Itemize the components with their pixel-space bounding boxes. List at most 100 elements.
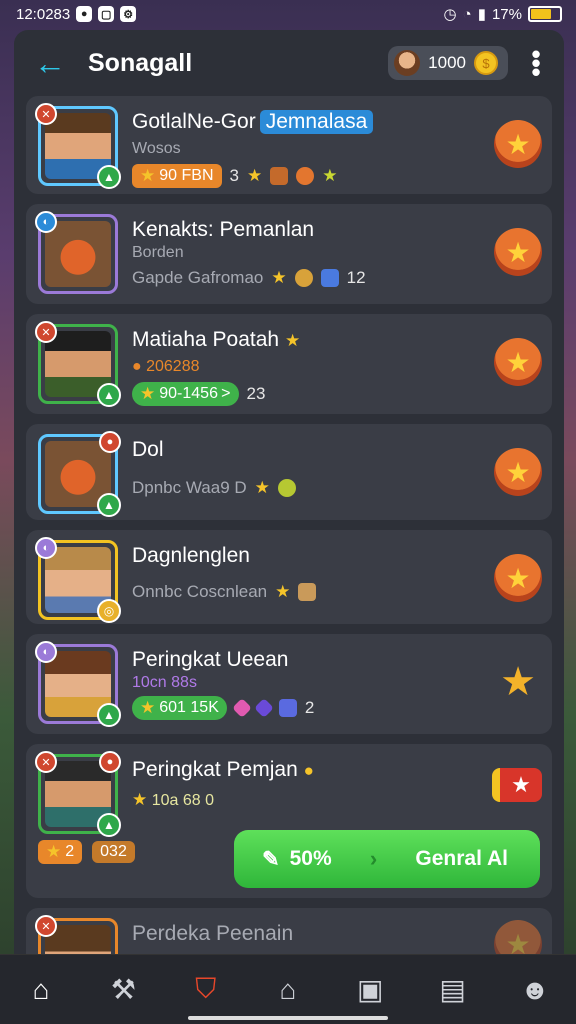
- gem-icon: [320, 269, 339, 287]
- star-icon: ★: [140, 166, 156, 185]
- item-detail: Gapde Gafromao: [132, 268, 264, 287]
- favorite-star-button[interactable]: ★: [494, 120, 542, 168]
- list-item[interactable]: ◐ ◎ Dagnlenglen Onnbc Coscnlean ★ ★: [26, 530, 552, 624]
- avatar: ◐ ◎: [35, 537, 121, 623]
- gem-icon: [278, 699, 297, 717]
- gem-icon: [298, 583, 317, 601]
- app-icon: ▢: [98, 6, 115, 22]
- favorite-star-button[interactable]: ★: [494, 338, 542, 386]
- list-item[interactable]: ✕ ▲ GotlalNe-Gor Jemnalasa Wosos ★ 90 FBN …: [26, 96, 552, 194]
- item-title: Peringkat Ueean: [132, 648, 289, 671]
- battery-text: 17%: [491, 5, 522, 23]
- avatar: ✕ ▲: [35, 103, 121, 189]
- home-icon[interactable]: ⌂: [21, 970, 61, 1010]
- back-arrow-icon[interactable]: ←: [34, 47, 74, 79]
- battery-icon: [528, 6, 562, 22]
- avatar: ◐: [35, 211, 118, 294]
- hammer-icon[interactable]: ⚒: [103, 970, 143, 1010]
- score-pill: ★ 90-1456 >: [132, 382, 239, 406]
- star-icon: ★: [322, 166, 338, 185]
- shop-icon[interactable]: ⌂: [268, 970, 308, 1010]
- item-title: Kenakts: Pemanlan: [132, 218, 315, 241]
- generate-button[interactable]: ✎ 50% › Genral Al: [234, 830, 540, 888]
- avatar: ◐ ▲: [35, 641, 121, 727]
- level-up-icon: ▲: [97, 703, 121, 727]
- item-count: 3: [229, 166, 239, 185]
- favorite-star-button[interactable]: ★: [494, 554, 542, 602]
- cta-label: Genral Al: [415, 847, 508, 870]
- coin-icon: $: [474, 51, 498, 75]
- item-tag: Jemnalasa: [259, 110, 374, 134]
- settings-icon: ⚙: [120, 6, 137, 22]
- bottom-nav: ⌂ ⚒ ⛉ ⌂ ▣ ▤ ☻: [0, 954, 576, 1024]
- favorite-star-button[interactable]: ★: [494, 658, 542, 706]
- coin-balance[interactable]: 1000 $: [388, 46, 508, 80]
- badge-icon: ✕: [35, 751, 57, 773]
- item-count: 23: [246, 384, 266, 403]
- cta-percent: 50%: [289, 847, 332, 870]
- star-icon: ★: [246, 166, 263, 185]
- gem-icon: [231, 698, 252, 718]
- favorite-star-button[interactable]: ★: [494, 448, 542, 496]
- gem-icon: [296, 167, 315, 185]
- item-count: 12: [346, 268, 366, 287]
- badge-icon: ✕: [35, 321, 57, 343]
- profile-icon[interactable]: ☻: [515, 970, 555, 1010]
- page-title: Sonagall: [88, 48, 193, 77]
- badge-icon: ✕: [35, 103, 57, 125]
- list-item[interactable]: ✕ ● ▲ Peringkat Pemjan ● ★ 10a 68 0 ★ 2 0…: [26, 744, 552, 898]
- badge-icon: ✕: [35, 915, 57, 937]
- list-item[interactable]: ◐ ▲ Peringkat Ueean 10cn 88s ★ 601 15K 2 …: [26, 634, 552, 734]
- score-pill: ★ 601 15K: [132, 696, 227, 720]
- shield-icon[interactable]: ⛉: [186, 970, 226, 1010]
- item-title: Dol: [132, 438, 164, 461]
- list-item[interactable]: ✕ ▲ Matiaha Poatah ★ ● 206288 ★ 90-1456 >…: [26, 314, 552, 414]
- gem-icon: [253, 698, 274, 718]
- wifi-icon: ◔: [462, 5, 472, 23]
- gem-icon: [270, 167, 289, 185]
- alarm-icon: ◷: [443, 6, 457, 23]
- notification-icon: ●: [76, 6, 93, 22]
- more-options-icon[interactable]: • • •: [522, 41, 548, 85]
- home-indicator: [188, 1016, 388, 1020]
- main-panel: ← Sonagall 1000 $ • • • ✕ ▲ GotlalNe-Gor Je…: [14, 30, 564, 1020]
- item-detail: Onnbc Coscnlean: [132, 582, 268, 601]
- avatar: ✕ ▲: [35, 321, 121, 407]
- item-subtitle: 10cn 88s: [132, 674, 197, 691]
- avatar: ● ▲: [38, 431, 121, 517]
- cards-icon[interactable]: ▣: [350, 970, 390, 1010]
- level-up-icon: ▲: [97, 165, 121, 189]
- favorite-star-button[interactable]: ★: [494, 228, 542, 276]
- avatar: ✕ ● ▲: [35, 751, 121, 837]
- star-icon: ★: [271, 268, 287, 287]
- level-up-icon: ▲: [97, 493, 121, 517]
- game-list: ✕ ▲ GotlalNe-Gor Jemnalasa Wosos ★ 90 FBN …: [14, 96, 564, 998]
- badge-icon: ●: [99, 431, 121, 453]
- score-pill: ★ 2: [38, 840, 83, 864]
- badge-icon: ◐: [35, 211, 57, 233]
- header: ← Sonagall 1000 $ • • •: [14, 30, 564, 96]
- favorite-flag-button[interactable]: ★: [492, 768, 542, 802]
- signal-icon: ▮: [477, 6, 486, 23]
- item-detail: Dpnbc Waa9 D: [132, 478, 247, 497]
- item-title: Matiaha Poatah ★: [132, 328, 301, 351]
- count-pill: 032: [92, 841, 135, 863]
- item-subtitle: ★ 10a 68 0: [132, 790, 214, 809]
- list-item[interactable]: ● ▲ Dol Dpnbc Waa9 D ★ ★: [26, 424, 552, 520]
- boost-icon: ✎: [262, 847, 280, 871]
- badge-icon: ●: [99, 751, 121, 773]
- coin-value: 1000: [428, 53, 466, 72]
- level-up-icon: ▲: [97, 383, 121, 407]
- item-subtitle: ● 206288: [132, 358, 200, 375]
- badge-icon: ◐: [35, 537, 57, 559]
- item-title: Dagnlenglen: [132, 544, 250, 567]
- item-title: GotlalNe-Gor Jemnalasa: [132, 110, 540, 134]
- list-item[interactable]: ◐ Kenakts: Pemanlan Borden Gapde Gafroma…: [26, 204, 552, 304]
- clock: 12:0283: [16, 5, 71, 23]
- star-icon: ★: [46, 842, 62, 861]
- gem-icon: [277, 479, 296, 497]
- item-subtitle: Borden: [132, 244, 184, 261]
- star-icon: ★: [275, 582, 291, 601]
- scroll-icon[interactable]: ▤: [433, 970, 473, 1010]
- chevron-right-icon: ›: [369, 846, 378, 871]
